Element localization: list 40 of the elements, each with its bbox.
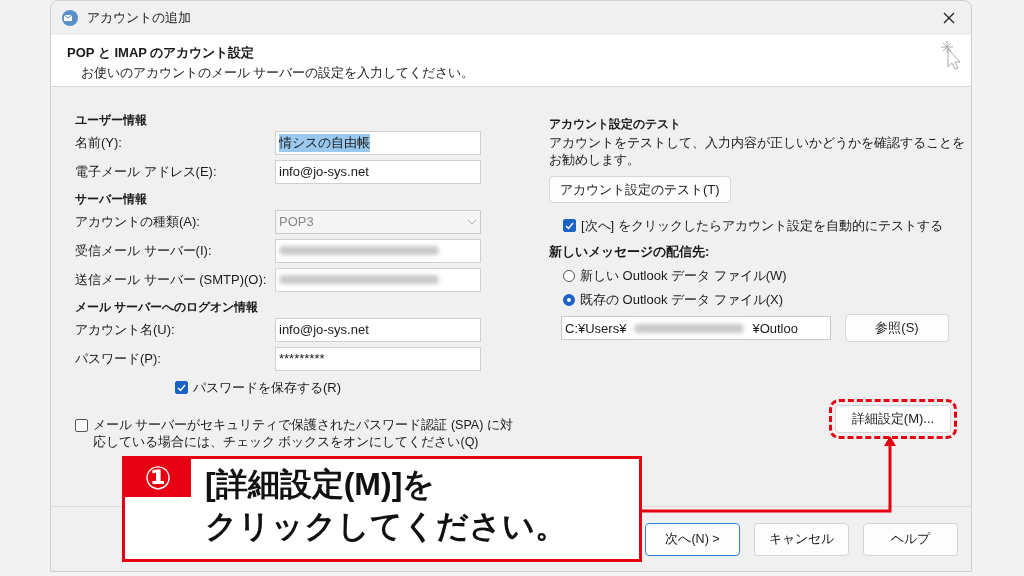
check-icon bbox=[177, 383, 186, 392]
field-label: パスワード(P): bbox=[75, 349, 162, 368]
field-label: 受信メール サーバー(I): bbox=[75, 241, 213, 260]
footer-button[interactable]: キャンセル bbox=[754, 522, 849, 556]
text-field[interactable]: info@jo-sys.net bbox=[275, 159, 481, 184]
check-icon bbox=[565, 221, 574, 230]
callout-text: [詳細設定(M)]を クリックしてください。 bbox=[204, 465, 567, 546]
text-field[interactable]: ********* bbox=[275, 346, 481, 371]
field-label: 送信メール サーバー (SMTP)(O): bbox=[75, 270, 268, 289]
section-heading: メール サーバーへのログオン情報 bbox=[75, 300, 260, 315]
path-field[interactable]: C:¥Users¥ ¥Outloo bbox=[561, 316, 831, 340]
section-heading: アカウント設定のテスト bbox=[549, 117, 682, 132]
text-field[interactable] bbox=[275, 267, 481, 292]
text-field[interactable] bbox=[275, 238, 481, 263]
footer-button[interactable]: 次へ(N) > bbox=[645, 522, 740, 556]
page-subtitle: お使いのアカウントのメール サーバーの設定を入力してください。 bbox=[81, 65, 476, 82]
browse-button[interactable]: 参照(S) bbox=[845, 314, 949, 342]
field-label: アカウントの種類(A): bbox=[75, 212, 201, 231]
field-label: 電子メール アドレス(E): bbox=[75, 162, 218, 181]
test-account-button[interactable]: アカウント設定のテスト(T) bbox=[549, 176, 731, 203]
footer-button[interactable]: ヘルプ bbox=[863, 522, 958, 556]
field-label: 名前(Y): bbox=[75, 133, 123, 152]
window-title: アカウントの追加 bbox=[87, 9, 191, 27]
mail-globe-icon bbox=[61, 9, 79, 27]
section-heading: サーバー情報 bbox=[75, 192, 148, 207]
cursor-sparkle-icon bbox=[939, 39, 963, 71]
section-heading: 新しいメッセージの配信先: bbox=[549, 243, 711, 261]
spa-checkbox[interactable]: メール サーバーがセキュリティで保護されたパスワード認証 (SPA) に対応している場合には、チェック ボックスをオンにしてください(Q) bbox=[75, 417, 515, 451]
auto-test-checkbox[interactable]: [次へ] をクリックしたらアカウント設定を自動的にテストする bbox=[563, 217, 974, 235]
step-number: ① bbox=[125, 459, 191, 497]
chevron-icon bbox=[467, 218, 477, 225]
field-label: アカウント名(U): bbox=[75, 320, 176, 339]
text-field[interactable]: info@jo-sys.net bbox=[275, 317, 481, 342]
radio-option[interactable]: 既存の Outlook データ ファイル(X) bbox=[563, 290, 974, 309]
radio-option[interactable]: 新しい Outlook データ ファイル(W) bbox=[563, 266, 974, 285]
section-heading: ユーザー情報 bbox=[75, 113, 148, 128]
save-password-checkbox[interactable]: パスワードを保存する(R) bbox=[175, 379, 549, 397]
test-description: アカウントをテストして、入力内容が正しいかどうかを確認することをお勧めします。 bbox=[549, 134, 966, 168]
text-field[interactable]: 情シスの自由帳 bbox=[275, 130, 481, 155]
page-title: POP と IMAP のアカウント設定 bbox=[67, 44, 256, 62]
